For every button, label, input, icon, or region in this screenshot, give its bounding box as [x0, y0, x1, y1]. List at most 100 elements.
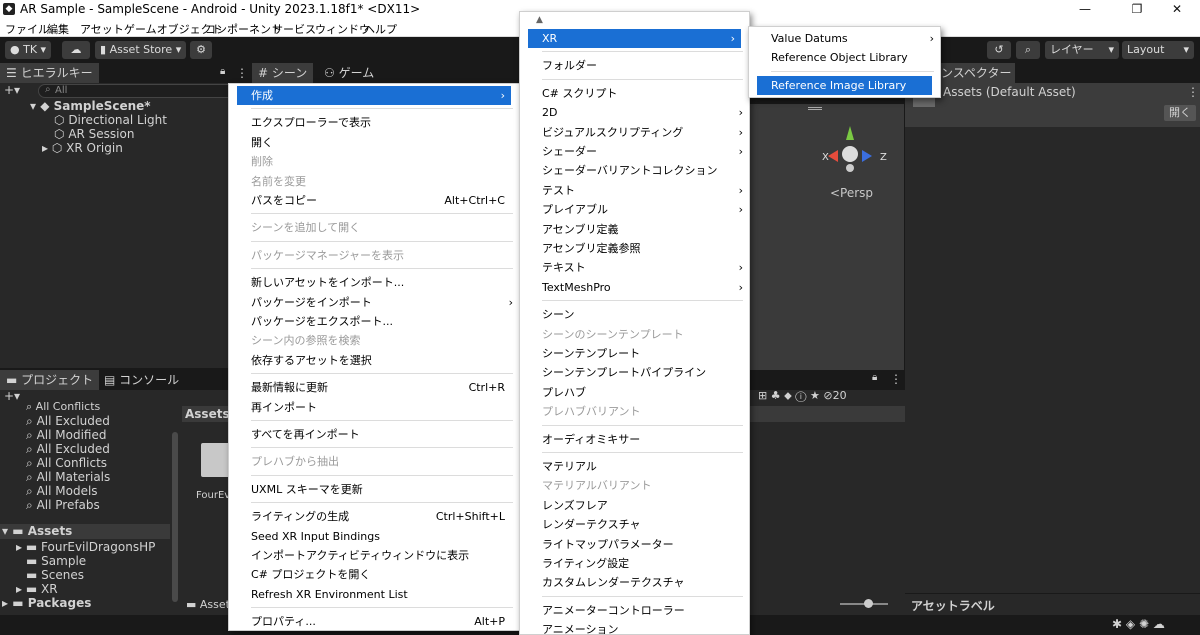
scene-root[interactable]: ▾ ◆ SampleScene*	[30, 99, 151, 113]
create-menu-item[interactable]: アニメーション	[520, 620, 749, 635]
cloud-icon[interactable]: ☁	[1153, 617, 1165, 631]
assets-root-row[interactable]: ▾ ▬ Assets	[0, 524, 170, 539]
context-menu-item[interactable]: すべてを再インポート	[229, 425, 519, 444]
create-icon[interactable]: ⊞	[758, 389, 767, 402]
menu-services[interactable]: サービス	[272, 21, 316, 37]
context-menu-item[interactable]: 作成 ›	[237, 86, 511, 105]
hierarchy-item-ar-session[interactable]: ⬡ AR Session	[54, 127, 134, 141]
zoom-slider[interactable]	[840, 599, 888, 608]
favorite-item[interactable]: ⌕ All Models	[26, 484, 98, 499]
folder-item[interactable]: ▬ Scenes	[26, 568, 84, 582]
menu-assets[interactable]: アセット	[80, 21, 124, 37]
context-menu-item[interactable]: エクスプローラーで表示	[229, 113, 519, 132]
more-icon[interactable]: ⋮	[236, 66, 248, 80]
tab-project[interactable]: ▬ プロジェクト	[0, 370, 100, 390]
create-menu-item[interactable]: プレハブ	[520, 383, 749, 402]
scroll-up-icon[interactable]: ▲	[536, 15, 543, 25]
context-menu-item[interactable]: Seed XR Input Bindings	[229, 527, 519, 546]
context-menu-item[interactable]: 開く	[229, 133, 519, 152]
hierarchy-item-directional-light[interactable]: ⬡ Directional Light	[54, 113, 167, 127]
create-menu-item[interactable]: シーンテンプレート	[520, 344, 749, 363]
slider-handle[interactable]	[864, 599, 873, 608]
star-icon[interactable]: ★	[810, 389, 820, 402]
favorite-item[interactable]: ⌕ All Excluded	[26, 414, 110, 429]
create-menu-item[interactable]: 2D ›	[520, 103, 749, 122]
create-menu-item[interactable]: プレイアブル ›	[520, 200, 749, 219]
create-menu-item[interactable]: レンズフレア	[520, 496, 749, 515]
context-menu-item[interactable]: 再インポート	[229, 398, 519, 417]
create-menu-item[interactable]: オーディオミキサー	[520, 430, 749, 449]
settings-button[interactable]: ⚙	[190, 41, 212, 59]
hierarchy-search-input[interactable]: ⌕ All	[38, 84, 243, 98]
create-menu-item[interactable]: カスタムレンダーテクスチャ	[520, 573, 749, 592]
tab-hierarchy[interactable]: ☰ ヒエラルキー	[0, 63, 99, 83]
create-menu-item[interactable]: C# スクリプト	[520, 84, 749, 103]
create-menu-item[interactable]: テキスト ›	[520, 258, 749, 277]
perspective-label[interactable]: <Persp	[830, 186, 873, 200]
add-button[interactable]: +▾	[4, 83, 20, 97]
xr-menu-item[interactable]: Reference Object Library	[749, 48, 940, 67]
lock-icon[interactable]: 🔒︎	[220, 66, 225, 77]
hierarchy-item-xr-origin[interactable]: ▸ ⬡ XR Origin	[42, 141, 123, 155]
context-menu-item[interactable]: インポートアクティビティウィンドウに表示	[229, 546, 519, 565]
create-menu-item[interactable]: マテリアル	[520, 457, 749, 476]
menu-file[interactable]: ファイル	[5, 21, 49, 37]
create-menu-item[interactable]: テスト ›	[520, 181, 749, 200]
create-menu-item[interactable]: ビジュアルスクリプティング ›	[520, 123, 749, 142]
favorite-item[interactable]: ⌕ All Conflicts	[26, 456, 107, 471]
layers-icon[interactable]: ◈	[1126, 617, 1135, 631]
context-menu-item[interactable]: パスをコピー Alt+Ctrl+C	[229, 191, 519, 210]
create-menu-item[interactable]: フォルダー	[520, 56, 749, 75]
create-menu-item[interactable]: TextMeshPro ›	[520, 278, 749, 297]
favorite-item[interactable]: ⌕ All Prefabs	[26, 498, 100, 513]
favorite-item[interactable]: ⌕ All Conflicts	[26, 400, 100, 414]
menu-help[interactable]: ヘルプ	[364, 21, 397, 37]
folder-item[interactable]: ▸ ▬ FourEvilDragonsHP	[16, 540, 155, 554]
context-menu-item[interactable]: 新しいアセットをインポート...	[229, 273, 519, 292]
create-menu-item[interactable]: シェーダー ›	[520, 142, 749, 161]
favorite-item[interactable]: ⌕ All Excluded	[26, 442, 110, 457]
create-menu-item[interactable]: ライティング設定	[520, 554, 749, 573]
context-menu-item[interactable]: C# プロジェクトを開く	[229, 565, 519, 584]
create-menu-item[interactable]: レンダーテクスチャ	[520, 515, 749, 534]
search-button[interactable]: ⌕	[1016, 41, 1040, 59]
create-menu-item[interactable]: アニメーターコントローラー	[520, 601, 749, 620]
create-menu-item[interactable]: アセンブリ定義	[520, 220, 749, 239]
menu-component[interactable]: コンポーネント	[205, 21, 282, 37]
scene-view[interactable]: X Z <Persp	[748, 104, 904, 370]
lock-icon[interactable]: 🔒︎	[872, 372, 877, 383]
hidden-icon[interactable]: ⊘	[823, 389, 832, 402]
xr-menu-item[interactable]: Reference Image Library	[757, 75, 932, 95]
asset-store-button[interactable]: ▮ Asset Store ▾	[95, 41, 187, 59]
folder-item[interactable]: ▬ Sample	[26, 554, 86, 568]
context-menu-item[interactable]: UXML スキーマを更新	[229, 480, 519, 499]
history-button[interactable]: ↺	[987, 41, 1011, 59]
create-menu-item[interactable]: シェーダーバリアントコレクション	[520, 161, 749, 180]
context-menu-item[interactable]: ライティングの生成 Ctrl+Shift+L	[229, 507, 519, 526]
context-menu-item[interactable]: パッケージをエクスポート...	[229, 312, 519, 331]
bug-icon[interactable]: ✱	[1112, 617, 1122, 631]
create-menu-item[interactable]: ライトマップパラメーター	[520, 535, 749, 554]
warning-icon[interactable]: ⓘ	[795, 389, 806, 402]
favorite-item[interactable]: ⌕ All Materials	[26, 470, 110, 485]
folder-item[interactable]: ▸ ▬ XR	[16, 582, 58, 596]
label-icon[interactable]: ⬥	[784, 389, 792, 402]
menu-edit[interactable]: 編集	[47, 21, 69, 37]
favorite-item[interactable]: ⌕ All Modified	[26, 428, 106, 443]
xr-menu-item[interactable]: Value Datums ›	[749, 29, 940, 48]
context-menu-item[interactable]: 依存するアセットを選択	[229, 351, 519, 370]
context-menu-item[interactable]: Refresh XR Environment List	[229, 585, 519, 604]
tab-scene[interactable]: # シーン	[252, 63, 314, 83]
create-menu-item[interactable]: アセンブリ定義参照	[520, 239, 749, 258]
create-menu-item[interactable]: シーン	[520, 305, 749, 324]
tab-game[interactable]: ⚇ ゲーム	[318, 63, 380, 83]
context-menu-item[interactable]: 最新情報に更新 Ctrl+R	[229, 378, 519, 397]
filter-type-icon[interactable]: ♣	[771, 389, 781, 402]
tab-console[interactable]: ▤ コンソール	[98, 370, 185, 390]
layers-dropdown[interactable]: レイヤー ▾	[1045, 41, 1119, 59]
layout-dropdown[interactable]: Layout ▾	[1122, 41, 1194, 59]
more-icon[interactable]: ⋮	[1187, 85, 1199, 99]
context-menu-item[interactable]: パッケージをインポート ›	[229, 293, 519, 312]
menu-window[interactable]: ウィンドウ	[315, 21, 370, 37]
minimize-icon[interactable]: —	[1062, 0, 1108, 18]
